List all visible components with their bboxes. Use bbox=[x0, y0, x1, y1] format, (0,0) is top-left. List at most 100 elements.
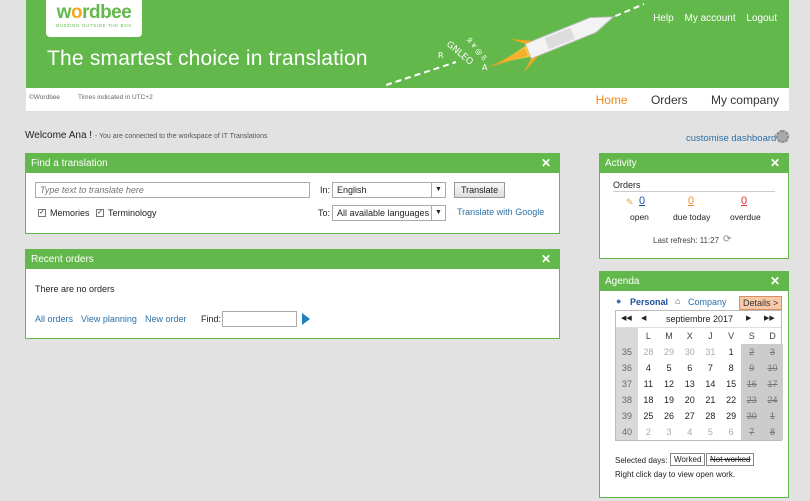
calendar-day[interactable]: 16 bbox=[741, 376, 763, 392]
open-count[interactable]: 0 bbox=[639, 195, 645, 207]
nav-my-company[interactable]: My company bbox=[711, 93, 779, 107]
translate-text-input[interactable] bbox=[35, 182, 310, 198]
translate-with-google-link[interactable]: Translate with Google bbox=[457, 207, 544, 217]
calendar-day[interactable]: 8 bbox=[762, 424, 783, 440]
my-account-link[interactable]: My account bbox=[684, 13, 735, 24]
calendar-day[interactable]: 6 bbox=[721, 424, 742, 440]
refresh-icon[interactable]: ⟳ bbox=[723, 234, 731, 245]
calendar-day[interactable]: 29 bbox=[721, 408, 742, 424]
top-links: Help My account Logout bbox=[645, 13, 777, 24]
calendar-day[interactable]: 13 bbox=[679, 376, 700, 392]
calendar-day[interactable]: 30 bbox=[741, 408, 763, 424]
target-language-select[interactable]: All available languages ▼ bbox=[332, 205, 446, 221]
calendar-day[interactable]: 7 bbox=[700, 360, 721, 376]
terminology-checkbox[interactable]: ✓ bbox=[96, 209, 104, 217]
wordbee-logo[interactable]: wordbee BUZZING OUTSIDE THE BOX bbox=[46, 0, 142, 37]
calendar-day[interactable]: 21 bbox=[700, 392, 721, 408]
calendar-day[interactable]: 4 bbox=[679, 424, 700, 440]
last-refresh: Last refresh: 11:27 bbox=[653, 236, 720, 245]
calendar-day[interactable]: 28 bbox=[638, 344, 659, 360]
calendar-day[interactable]: 11 bbox=[638, 376, 659, 392]
details-button[interactable]: Details > bbox=[739, 296, 783, 310]
calendar-day[interactable]: 26 bbox=[659, 408, 680, 424]
calendar-day[interactable]: 3 bbox=[659, 424, 680, 440]
close-icon[interactable]: ✕ bbox=[541, 252, 551, 266]
calendar-day[interactable]: 1 bbox=[762, 408, 783, 424]
help-link[interactable]: Help bbox=[653, 13, 674, 24]
calendar-day[interactable]: 19 bbox=[659, 392, 680, 408]
calendar-day[interactable]: 5 bbox=[700, 424, 721, 440]
not-worked-button[interactable]: Not worked bbox=[706, 453, 755, 466]
calendar-day[interactable]: 18 bbox=[638, 392, 659, 408]
calendar-day[interactable]: 2 bbox=[741, 344, 763, 360]
calendar-day[interactable]: 29 bbox=[659, 344, 680, 360]
week-number: 35 bbox=[616, 344, 638, 360]
close-icon[interactable]: ✕ bbox=[541, 156, 551, 170]
close-icon[interactable]: ✕ bbox=[770, 274, 780, 288]
calendar-day[interactable]: 1 bbox=[721, 344, 742, 360]
memories-checkbox[interactable]: ✓ bbox=[38, 209, 46, 217]
overdue-count[interactable]: 0 bbox=[741, 195, 747, 207]
calendar-day[interactable]: 4 bbox=[638, 360, 659, 376]
header-banner: wordbee BUZZING OUTSIDE THE BOX The smar… bbox=[26, 0, 789, 88]
calendar-day[interactable]: 9 bbox=[741, 360, 763, 376]
source-language-select[interactable]: English ▼ bbox=[332, 182, 446, 198]
calendar-day[interactable]: 2 bbox=[638, 424, 659, 440]
personal-tab[interactable]: Personal bbox=[630, 297, 668, 307]
weekday-header: L bbox=[645, 331, 651, 341]
nav-home[interactable]: Home bbox=[596, 93, 628, 107]
calendar-day[interactable]: 28 bbox=[700, 408, 721, 424]
welcome-line: Welcome Ana ! - You are connected to the… bbox=[25, 130, 268, 141]
calendar-day[interactable]: 22 bbox=[721, 392, 742, 408]
calendar-day[interactable]: 14 bbox=[700, 376, 721, 392]
view-planning-link[interactable]: View planning bbox=[81, 314, 137, 324]
next-year-button[interactable]: ▶▶ bbox=[764, 314, 775, 322]
week-number: 36 bbox=[616, 360, 638, 376]
worked-button[interactable]: Worked bbox=[670, 453, 706, 466]
new-order-link[interactable]: New order bbox=[145, 314, 187, 324]
calendar-day[interactable]: 20 bbox=[679, 392, 700, 408]
gear-icon[interactable] bbox=[776, 130, 789, 143]
week-number: 38 bbox=[616, 392, 638, 408]
nav-orders[interactable]: Orders bbox=[651, 93, 688, 107]
calendar-day[interactable]: 15 bbox=[721, 376, 742, 392]
weekday-header: X bbox=[686, 331, 693, 341]
customise-dashboard-link[interactable]: customise dashboard bbox=[686, 133, 776, 144]
prev-year-button[interactable]: ◀◀ bbox=[621, 314, 632, 322]
calendar-day[interactable]: 8 bbox=[721, 360, 742, 376]
calendar-grid: L M X J V S D 35 28 29 30 31 1 2 3 36 4 5 6 7 8 9 10 37 11 12 13 14… bbox=[616, 328, 783, 440]
weekday-header: S bbox=[748, 331, 755, 341]
company-tab[interactable]: Company bbox=[688, 297, 727, 307]
calendar-day[interactable]: 25 bbox=[638, 408, 659, 424]
week-header-blank bbox=[616, 328, 638, 344]
weekday-header: M bbox=[665, 331, 673, 341]
calendar-month: septiembre 2017 bbox=[666, 314, 734, 324]
week-number: 37 bbox=[616, 376, 638, 392]
in-label: In: bbox=[320, 185, 331, 195]
prev-month-button[interactable]: ◀ bbox=[641, 314, 646, 322]
calendar-day[interactable]: 17 bbox=[762, 376, 783, 392]
next-month-button[interactable]: ▶ bbox=[746, 314, 751, 322]
calendar-day[interactable]: 30 bbox=[679, 344, 700, 360]
terminology-label: Terminology bbox=[108, 208, 157, 218]
calendar-day[interactable]: 31 bbox=[700, 344, 721, 360]
calendar-day[interactable]: 24 bbox=[762, 392, 783, 408]
translate-button[interactable]: Translate bbox=[454, 182, 506, 198]
panel-title: Activity bbox=[605, 158, 637, 169]
calendar-day[interactable]: 7 bbox=[741, 424, 763, 440]
go-arrow-icon[interactable] bbox=[301, 312, 311, 326]
chevron-down-icon: ▼ bbox=[431, 206, 445, 220]
calendar-day[interactable]: 6 bbox=[679, 360, 700, 376]
calendar-day[interactable]: 12 bbox=[659, 376, 680, 392]
all-orders-link[interactable]: All orders bbox=[35, 314, 73, 324]
logout-link[interactable]: Logout bbox=[746, 13, 777, 24]
find-label: Find: bbox=[201, 314, 222, 324]
calendar-day[interactable]: 23 bbox=[741, 392, 763, 408]
close-icon[interactable]: ✕ bbox=[770, 156, 780, 170]
calendar-day[interactable]: 27 bbox=[679, 408, 700, 424]
find-order-input[interactable] bbox=[222, 311, 297, 327]
calendar-day[interactable]: 5 bbox=[659, 360, 680, 376]
due-today-count[interactable]: 0 bbox=[688, 195, 694, 207]
calendar-day[interactable]: 3 bbox=[762, 344, 783, 360]
calendar-day[interactable]: 10 bbox=[762, 360, 783, 376]
